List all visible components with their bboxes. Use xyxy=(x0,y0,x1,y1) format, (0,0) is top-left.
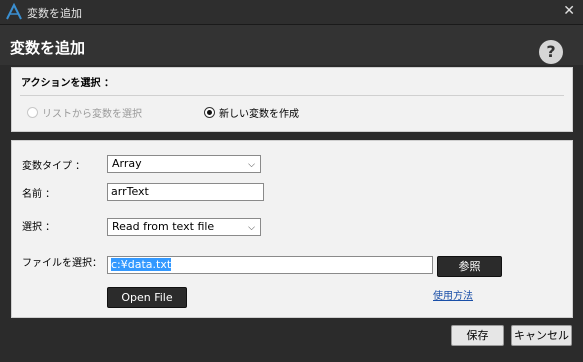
radio-create-new[interactable]: 新しい変数を作成 xyxy=(204,105,299,120)
divider xyxy=(20,95,564,96)
open-file-button[interactable]: Open File xyxy=(107,287,187,308)
var-type-value: Array xyxy=(112,157,142,170)
window-title: 変数を追加 xyxy=(27,7,82,20)
usage-link[interactable]: 使用方法 xyxy=(433,287,473,302)
source-value: Read from text file xyxy=(112,220,215,233)
name-label: 名前 ： xyxy=(22,189,56,200)
source-select[interactable]: Read from text file ⌵ xyxy=(107,218,261,236)
action-panel: アクションを選択 ： リストから変数を選択 新しい変数を作成 xyxy=(11,67,573,132)
help-icon[interactable]: ? xyxy=(539,40,563,64)
radio-select-from-list[interactable]: リストから変数を選択 xyxy=(27,105,142,120)
radio-button[interactable] xyxy=(27,107,38,118)
action-section-label: アクションを選択 ： xyxy=(21,78,114,89)
name-input[interactable]: arrText xyxy=(107,183,264,201)
close-icon[interactable]: ✕ xyxy=(563,3,575,19)
radio-button[interactable] xyxy=(204,107,215,118)
var-type-label: 変数タイプ ： xyxy=(22,161,86,172)
file-label: ファイルを選択： xyxy=(22,258,102,269)
file-path-input[interactable]: c:¥data.txt xyxy=(107,256,433,274)
browse-button[interactable]: 参照 xyxy=(437,256,502,277)
save-button[interactable]: 保存 xyxy=(451,325,504,346)
var-type-select[interactable]: Array ⌵ xyxy=(107,155,261,173)
title-bar: 変数を追加 ✕ xyxy=(0,0,583,25)
radio-label: 新しい変数を作成 xyxy=(219,109,299,120)
chevron-down-icon: ⌵ xyxy=(248,223,255,233)
app-logo-icon xyxy=(6,3,22,20)
cancel-button[interactable]: キャンセル xyxy=(511,325,572,346)
select-label: 選択 ： xyxy=(22,222,56,233)
dialog-header: 変数を追加 xyxy=(0,25,583,65)
page-title: 変数を追加 xyxy=(10,39,86,57)
form-panel: 変数タイプ ： Array ⌵ 名前 ： arrText 選択 ： Read f… xyxy=(11,140,573,318)
file-path-value: c:¥data.txt xyxy=(111,258,172,271)
chevron-down-icon: ⌵ xyxy=(248,160,255,170)
radio-label: リストから変数を選択 xyxy=(42,109,142,120)
